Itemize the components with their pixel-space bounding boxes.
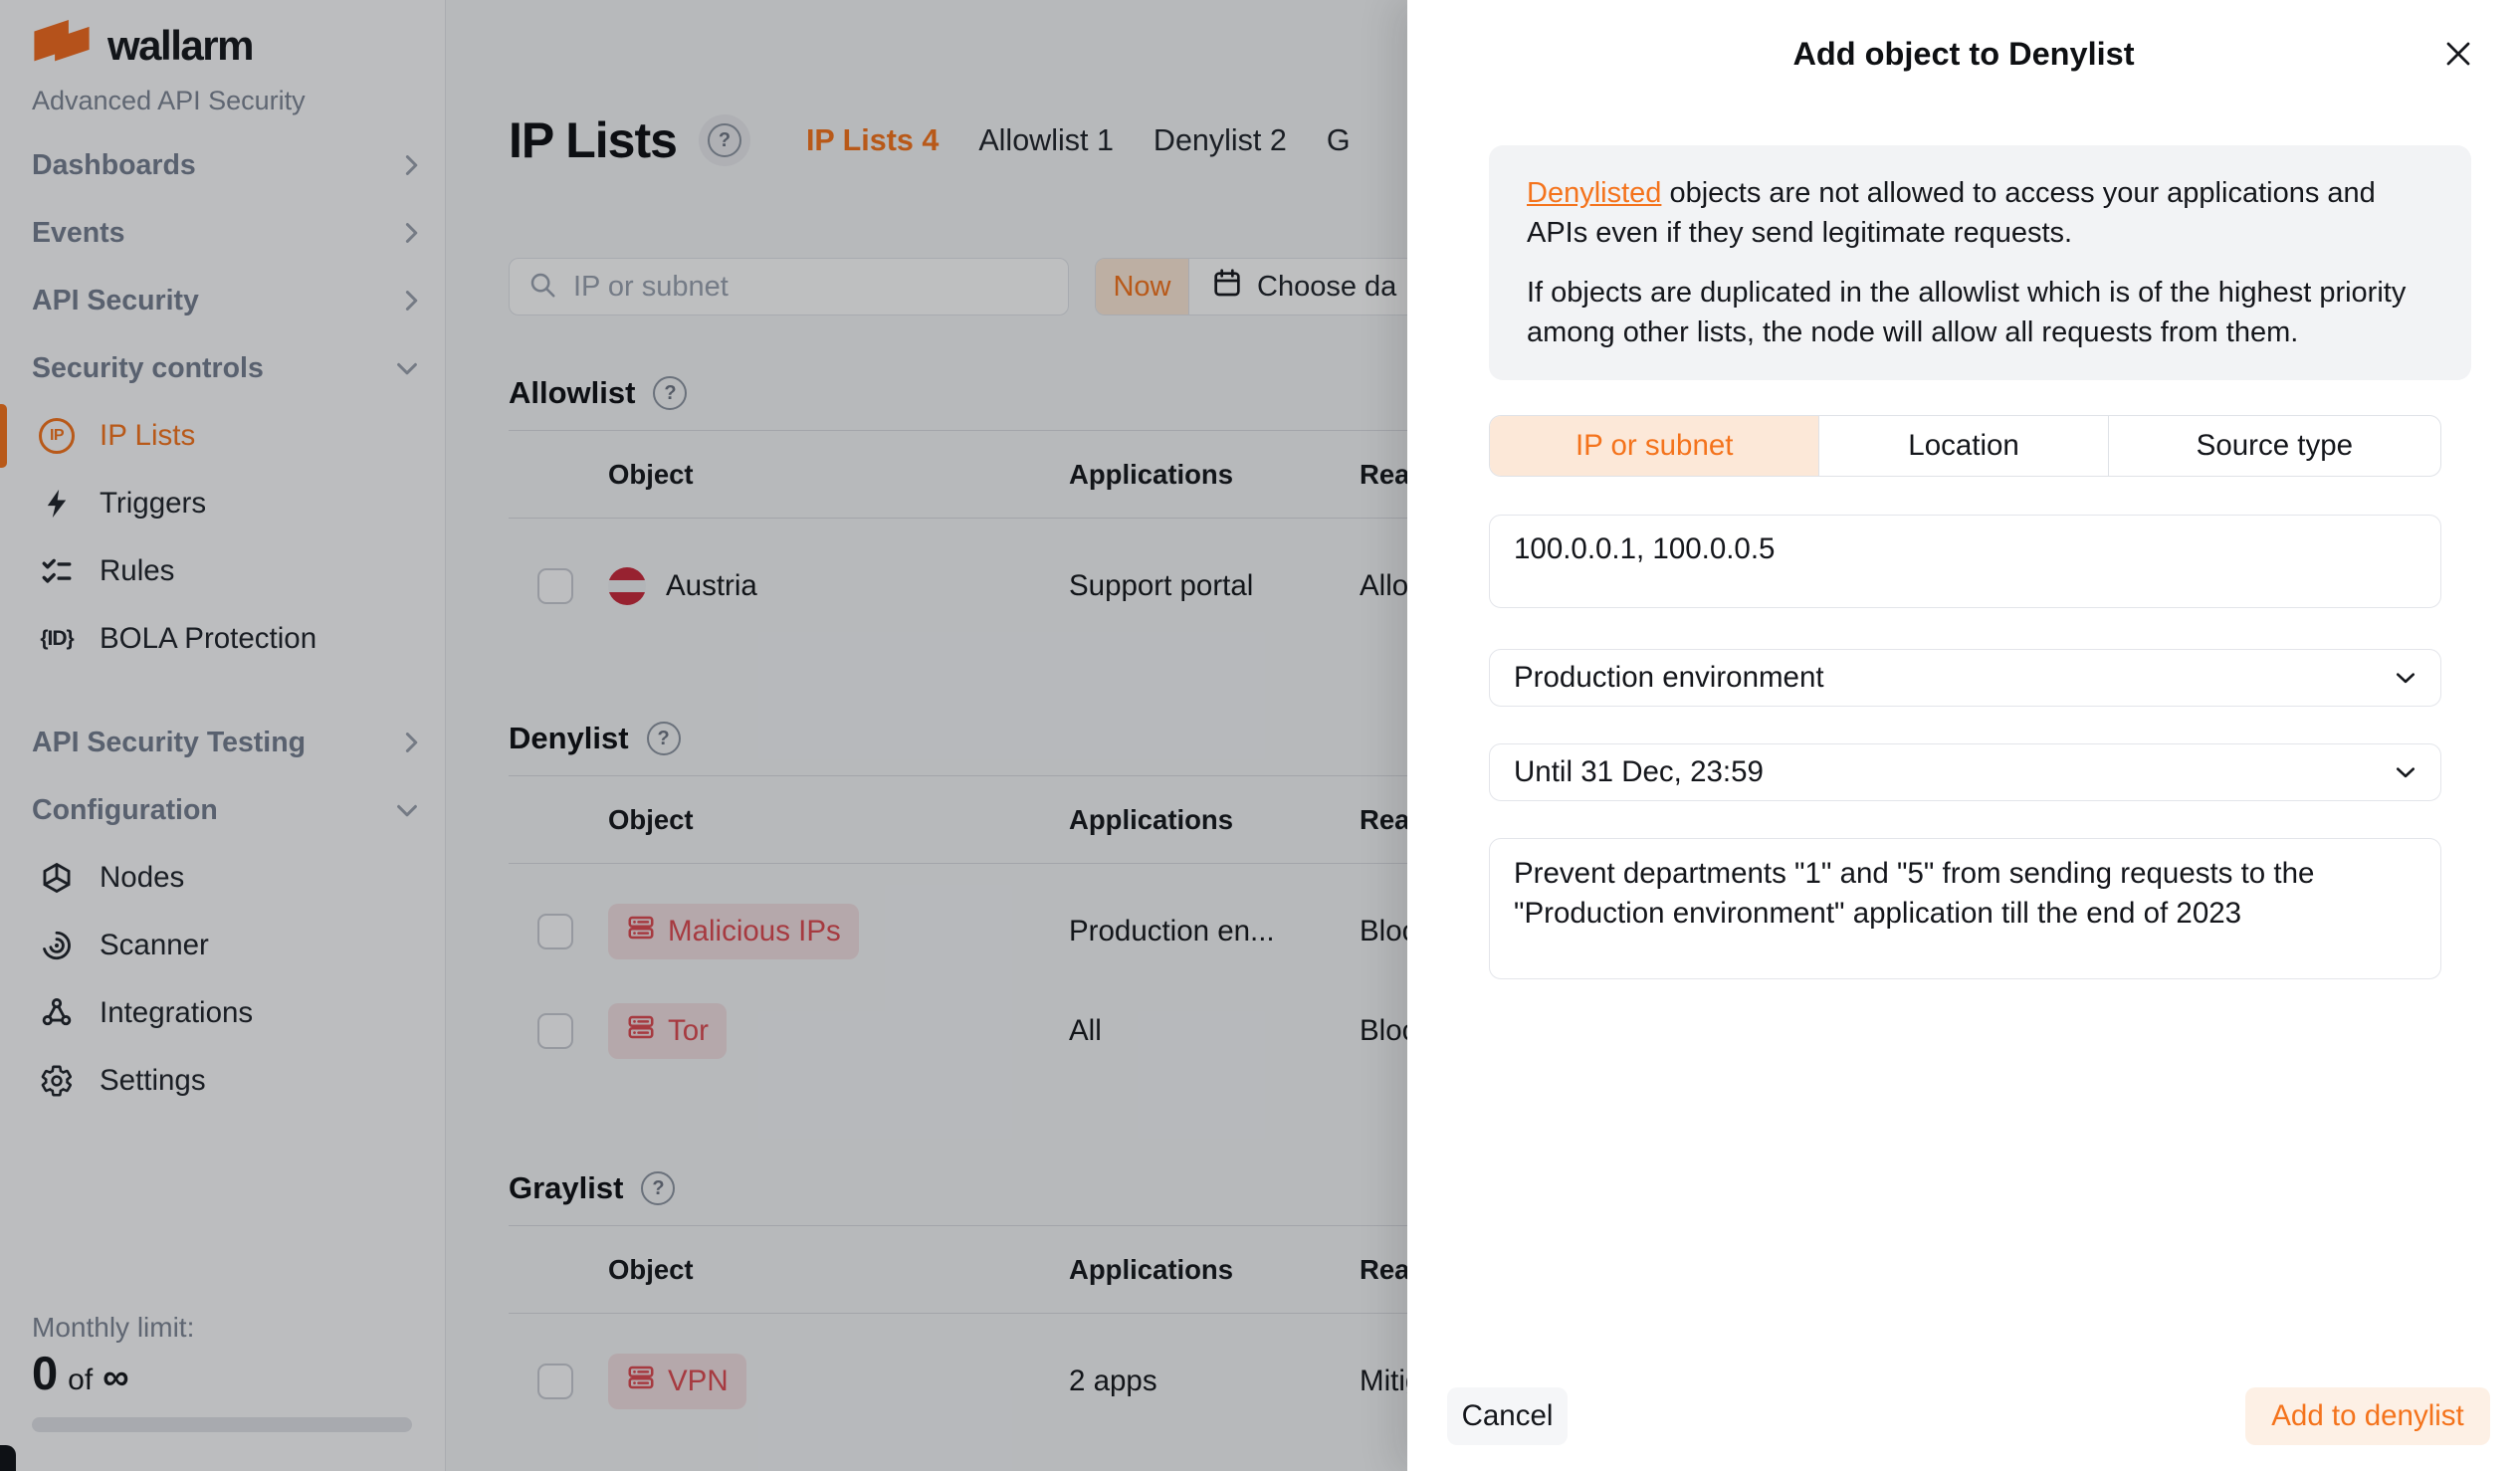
denylist-info-box: Denylisted objects are not allowed to ac… bbox=[1489, 145, 2471, 380]
reason-textarea[interactable]: Prevent departments "1" and "5" from sen… bbox=[1489, 838, 2441, 979]
application-select[interactable]: Production environment bbox=[1489, 649, 2441, 707]
time-limit-select[interactable]: Until 31 Dec, 23:59 bbox=[1489, 743, 2441, 801]
drawer-backdrop[interactable] bbox=[0, 0, 1407, 1471]
segment-location[interactable]: Location bbox=[1818, 416, 2107, 476]
denylisted-link[interactable]: Denylisted bbox=[1527, 177, 1661, 209]
close-icon bbox=[2443, 39, 2473, 69]
drawer-title: Add object to Denylist bbox=[1407, 36, 2520, 73]
add-to-denylist-button[interactable]: Add to denylist bbox=[2245, 1387, 2490, 1445]
application-select-value: Production environment bbox=[1514, 661, 1824, 695]
info-paragraph-2: If objects are duplicated in the allowli… bbox=[1527, 273, 2433, 352]
segment-source-type[interactable]: Source type bbox=[2108, 416, 2440, 476]
close-button[interactable] bbox=[2438, 34, 2478, 74]
time-limit-select-value: Until 31 Dec, 23:59 bbox=[1514, 755, 1764, 789]
cancel-button[interactable]: Cancel bbox=[1447, 1387, 1568, 1445]
ip-or-subnet-input[interactable]: 100.0.0.1, 100.0.0.5 bbox=[1489, 515, 2441, 608]
segment-ip-or-subnet[interactable]: IP or subnet bbox=[1490, 416, 1818, 476]
chevron-down-icon bbox=[2395, 671, 2416, 685]
add-to-denylist-drawer: Add object to Denylist Denylisted object… bbox=[1407, 0, 2520, 1471]
chevron-down-icon bbox=[2395, 765, 2416, 779]
object-type-segmented-control: IP or subnet Location Source type bbox=[1489, 415, 2441, 477]
